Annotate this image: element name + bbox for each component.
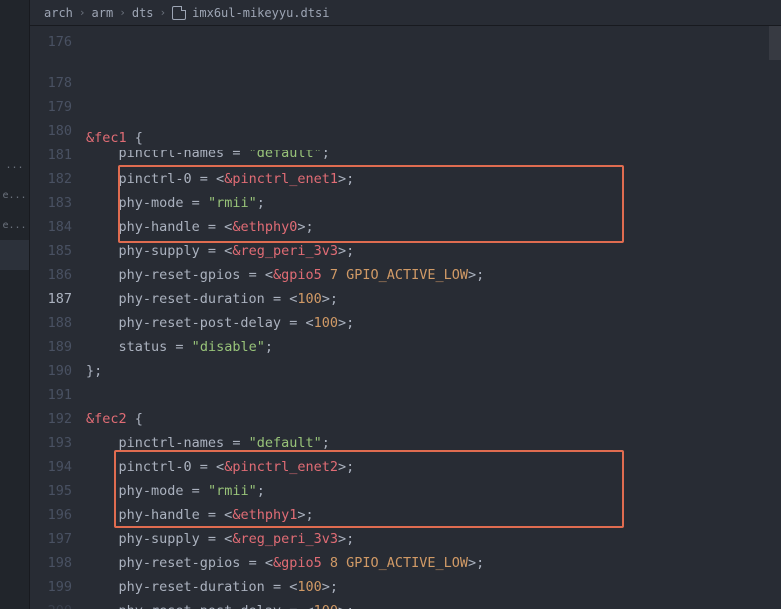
line-number: 199 [30,575,72,599]
code-line[interactable]: phy-reset-post-delay = <100>; [86,311,781,335]
code-editor[interactable]: 1761781791801811821831841851861871881891… [30,26,781,609]
code-line[interactable]: phy-supply = <&reg_peri_3v3>; [86,239,781,263]
line-number: 197 [30,527,72,551]
line-number: 176 [30,30,72,54]
code-line[interactable]: phy-reset-gpios = <&gpio5 7 GPIO_ACTIVE_… [86,263,781,287]
file-icon [172,6,186,20]
activity-item[interactable]: e... [0,180,29,210]
code-line[interactable]: phy-reset-duration = <100>; [86,287,781,311]
line-number: 195 [30,479,72,503]
line-number: 194 [30,455,72,479]
code-line[interactable]: phy-reset-gpios = <&gpio5 8 GPIO_ACTIVE_… [86,551,781,575]
line-number: 198 [30,551,72,575]
line-number: 179 [30,95,72,119]
line-number: 181 [30,143,72,167]
code-line[interactable]: phy-mode = "rmii"; [86,191,781,215]
code-line[interactable]: phy-reset-duration = <100>; [86,575,781,599]
line-number [30,54,72,71]
code-line[interactable]: &fec2 { [86,407,781,431]
line-number: 189 [30,335,72,359]
code-line[interactable]: phy-mode = "rmii"; [86,479,781,503]
line-number: 188 [30,311,72,335]
code-line[interactable]: phy-reset-post-delay = <100>; [86,599,781,609]
chevron-right-icon: › [160,6,167,19]
vertical-scrollbar[interactable] [769,26,781,609]
code-line[interactable]: phy-supply = <&reg_peri_3v3>; [86,527,781,551]
line-number: 186 [30,263,72,287]
line-number: 182 [30,167,72,191]
line-number: 193 [30,431,72,455]
line-number: 183 [30,191,72,215]
line-number: 191 [30,383,72,407]
code-line[interactable] [86,383,781,407]
code-line[interactable]: status = "disable"; [86,335,781,359]
line-number: 180 [30,119,72,143]
code-line[interactable]: phy-handle = <&ethphy0>; [86,215,781,239]
breadcrumb-part[interactable]: dts [132,6,154,20]
line-number: 178 [30,71,72,95]
line-number: 192 [30,407,72,431]
code-line[interactable]: }; [86,359,781,383]
activity-bar: ... e... e... [0,0,30,609]
code-line[interactable]: pinctrl-0 = <&pinctrl_enet2>; [86,455,781,479]
code-line[interactable]: pinctrl-names = "default"; [86,431,781,455]
activity-item[interactable] [0,120,29,150]
chevron-right-icon: › [79,6,86,19]
line-number: 190 [30,359,72,383]
line-number: 185 [30,239,72,263]
breadcrumb[interactable]: arch › arm › dts › imx6ul-mikeyyu.dtsi [30,0,781,26]
activity-item[interactable]: ... [0,150,29,180]
code-area[interactable]: &fec1 { pinctrl-names = "default"; pinct… [86,26,781,609]
line-number: 187 [30,287,72,311]
line-number: 184 [30,215,72,239]
line-number: 200 [30,599,72,609]
activity-item[interactable]: e... [0,210,29,240]
breadcrumb-file[interactable]: imx6ul-mikeyyu.dtsi [192,6,329,20]
line-number: 196 [30,503,72,527]
breadcrumb-part[interactable]: arm [92,6,114,20]
editor-main: arch › arm › dts › imx6ul-mikeyyu.dtsi 1… [30,0,781,609]
line-number-gutter: 1761781791801811821831841851861871881891… [30,26,86,609]
code-line[interactable]: &fec1 { [86,126,781,150]
breadcrumb-part[interactable]: arch [44,6,73,20]
activity-item-active[interactable] [0,240,29,270]
code-line[interactable]: pinctrl-0 = <&pinctrl_enet1>; [86,167,781,191]
scroll-viewport-indicator[interactable] [769,26,781,60]
code-line[interactable]: phy-handle = <&ethphy1>; [86,503,781,527]
chevron-right-icon: › [119,6,126,19]
code-line[interactable]: pinctrl-names = "default"; [86,150,781,167]
